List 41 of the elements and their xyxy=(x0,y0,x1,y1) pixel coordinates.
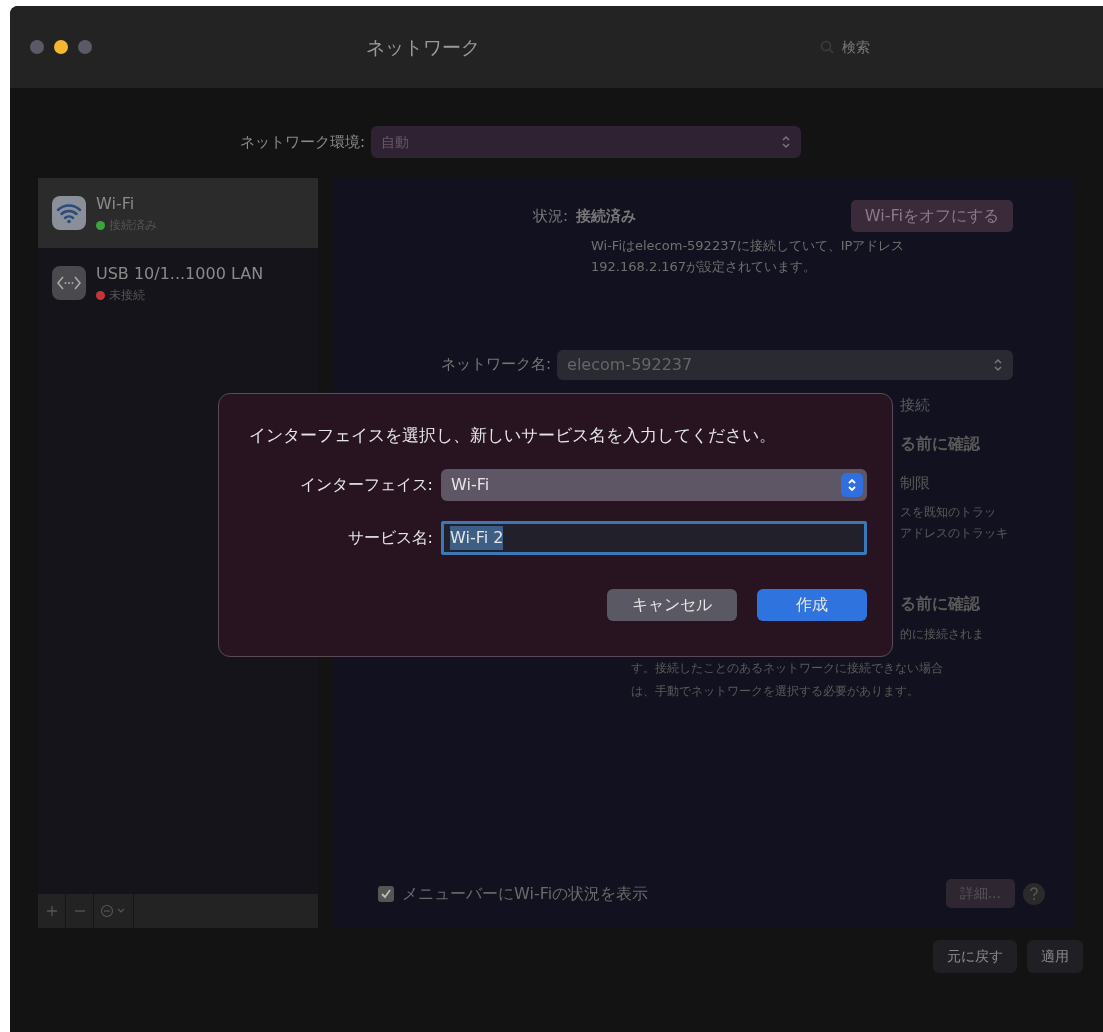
updown-arrows-icon xyxy=(841,472,863,497)
option-note: は、手動でネットワークを選択する必要があります。 xyxy=(631,682,919,700)
service-name-field[interactable]: Wi-Fi 2 xyxy=(441,520,867,555)
service-name-label: サービス名: xyxy=(346,526,433,549)
service-name: Wi-Fi xyxy=(96,193,136,215)
checkbox-label: メニューバーにWi-Fiの状況を表示 xyxy=(402,882,649,905)
menu-bar-checkbox[interactable] xyxy=(378,885,394,902)
option-label: 制限 xyxy=(900,472,930,494)
status-label: 状況: xyxy=(533,205,569,227)
updown-arrows-icon xyxy=(781,135,792,149)
network-name-label: ネットワーク名: xyxy=(441,354,552,376)
wifi-icon xyxy=(52,196,86,230)
option-label: 接続 xyxy=(900,394,930,416)
option-note: 的に接続されま xyxy=(900,625,984,643)
option-note: アドレスのトラッキ xyxy=(900,524,1008,542)
service-name: USB 10/1...1000 LAN xyxy=(96,263,264,285)
window-title: ネットワーク xyxy=(365,34,481,60)
minimize-button[interactable] xyxy=(54,40,68,54)
location-label: ネットワーク環境: xyxy=(240,131,366,153)
search-field[interactable]: 検索 xyxy=(840,35,960,59)
interface-select[interactable]: Wi-Fi xyxy=(441,468,867,501)
option-label: る前に確認 xyxy=(900,432,980,455)
zoom-button[interactable] xyxy=(78,40,92,54)
updown-arrows-icon xyxy=(993,357,1003,372)
ethernet-icon xyxy=(52,266,86,300)
search-icon xyxy=(820,40,834,54)
close-button[interactable] xyxy=(30,40,44,54)
wifi-off-button[interactable]: Wi-Fiをオフにする xyxy=(850,200,1013,232)
cancel-button[interactable]: キャンセル xyxy=(607,588,737,621)
create-button[interactable]: 作成 xyxy=(757,588,867,621)
option-label: る前に確認 xyxy=(900,592,980,615)
interface-label: インターフェイス: xyxy=(298,473,433,496)
network-name-select[interactable]: elecom-592237 xyxy=(557,349,1013,380)
service-status: 未接続 xyxy=(109,287,145,304)
status-value: 接続済み xyxy=(576,205,637,227)
option-note: スを既知のトラッ xyxy=(900,503,996,521)
status-description: Wi-Fiはelecom-592237に接続していて、IPアドレス 192.168.2.167が設定されています。 xyxy=(590,237,906,276)
service-item[interactable]: USB 10/1...1000 LAN 未接続 xyxy=(38,248,318,318)
option-note: す。接続したことのあるネットワークに接続できない場合 xyxy=(631,659,943,677)
help-icon[interactable] xyxy=(1023,882,1045,905)
dialog-message: インターフェイスを選択し、新しいサービス名を入力してください。 xyxy=(249,425,777,447)
